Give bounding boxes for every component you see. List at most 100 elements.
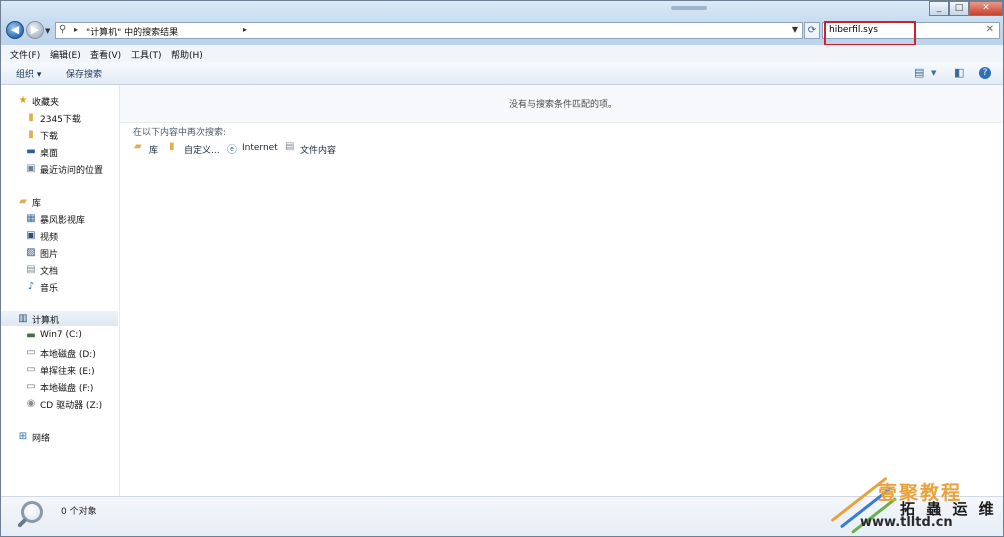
sidebar-item-2345-downloads[interactable]: ▮ 2345下载	[1, 110, 118, 125]
sidebar-item-label: Win7 (C:)	[40, 330, 82, 340]
library-icon: ▰	[19, 196, 27, 207]
sidebar-item-desktop[interactable]: ▬ 桌面	[1, 144, 118, 159]
title-gripper	[671, 6, 707, 10]
sidebar-item-label: 桌面	[40, 149, 59, 159]
video-icon: ▣	[26, 230, 36, 241]
star-icon: ★	[18, 95, 28, 106]
chevron-right-icon[interactable]: ▸	[74, 25, 78, 34]
navigation-pane: ★ 收藏夹 ▮ 2345下载 ▮ 下载 ▬ 桌面 ▣ 最近访问的位置 ▰ 库 ▦…	[1, 85, 120, 496]
address-bar[interactable]: ⚲ ▸ "计算机" 中的搜索结果 ▸ ▼	[55, 22, 803, 39]
preview-pane-icon[interactable]: ◧	[954, 66, 964, 79]
sidebar-item-label: 库	[32, 199, 42, 209]
sidebar-item-drive-e[interactable]: ▭ 单挥往来 (E:)	[1, 362, 118, 377]
recent-pages-dropdown-icon[interactable]: ▼	[45, 27, 50, 35]
item-count: 0 个对象	[61, 507, 97, 517]
sidebar-item-label: 本地磁盘 (F:)	[40, 384, 94, 394]
sidebar-item-drive-f[interactable]: ▭ 本地磁盘 (F:)	[1, 379, 118, 394]
option-label: 库	[149, 146, 159, 156]
menu-edit[interactable]: 编辑(E)	[50, 48, 81, 61]
sidebar-item-label: 暴风影视库	[40, 216, 86, 226]
sidebar-item-recent-places[interactable]: ▣ 最近访问的位置	[1, 161, 118, 176]
sidebar-item-documents[interactable]: ▤ 文档	[1, 262, 118, 277]
sidebar-item-network[interactable]: ⊞ 网络	[1, 429, 118, 444]
maximize-button[interactable]: □	[949, 1, 969, 16]
desktop-icon: ▬	[26, 146, 36, 157]
breadcrumb[interactable]: "计算机" 中的搜索结果	[86, 25, 178, 38]
content-pane: 没有与搜索条件匹配的项。 在以下内容中再次搜索: ▰ 库 ▮ 自定义... ⓔ …	[120, 85, 1003, 496]
sidebar-item-label: 最近访问的位置	[40, 166, 104, 176]
menu-file[interactable]: 文件(F)	[10, 48, 40, 61]
back-button[interactable]: ◀	[6, 21, 24, 39]
sidebar-item-label: 计算机	[32, 316, 60, 326]
cd-drive-icon: ◉	[26, 398, 36, 409]
menu-view[interactable]: 查看(V)	[90, 48, 121, 61]
menu-help[interactable]: 帮助(H)	[171, 48, 203, 61]
document-icon: ▤	[26, 264, 36, 275]
menu-tools[interactable]: 工具(T)	[131, 48, 162, 61]
option-label: 自定义...	[184, 146, 220, 156]
option-label: Internet	[242, 143, 278, 153]
explorer-window: _ □ ✕ ◀ ▶ ▼ ⚲ ▸ "计算机" 中的搜索结果 ▸ ▼ ⟳ hiber…	[0, 0, 1004, 537]
close-button[interactable]: ✕	[969, 1, 1003, 16]
sidebar-item-label: 文档	[40, 267, 59, 277]
menu-bar: 文件(F) 编辑(E) 查看(V) 工具(T) 帮助(H)	[1, 45, 1003, 63]
sidebar-item-label: 2345下载	[40, 115, 81, 125]
sidebar-item-videos[interactable]: ▣ 视频	[1, 228, 118, 243]
clear-search-icon[interactable]: ✕	[986, 24, 994, 35]
sidebar-item-label: 图片	[40, 250, 59, 260]
pictures-icon: ▨	[26, 247, 36, 258]
annotation-highlight-box	[824, 21, 916, 46]
sidebar-item-downloads[interactable]: ▮ 下载	[1, 127, 118, 142]
no-results-banner: 没有与搜索条件匹配的项。	[120, 85, 1003, 123]
sidebar-item-favorites[interactable]: ★ 收藏夹	[1, 93, 118, 108]
refresh-button[interactable]: ⟳	[804, 22, 820, 39]
search-folder-icon: ⚲	[59, 24, 67, 35]
music-icon: ♪	[27, 281, 35, 292]
file-contents-icon: ▤	[285, 141, 295, 152]
organize-button[interactable]: 组织 ▾	[16, 67, 41, 80]
watermark-url: www.tlltd.cn	[860, 515, 953, 530]
watermark-logo: 壹聚教程 拓 蟲 运 维 www.tlltd.cn	[820, 462, 1004, 537]
sidebar-item-label: 本地磁盘 (D:)	[40, 350, 96, 360]
internet-explorer-icon: ⓔ	[227, 145, 237, 156]
library-icon: ▰	[134, 141, 142, 152]
sidebar-item-label: 下载	[40, 132, 59, 142]
option-label: 文件内容	[300, 146, 337, 156]
sidebar-item-computer[interactable]: ▥ 计算机	[1, 311, 118, 326]
save-search-button[interactable]: 保存搜索	[66, 67, 102, 80]
network-icon: ⊞	[18, 431, 28, 442]
address-dropdown-icon[interactable]: ▼	[792, 25, 798, 34]
sidebar-item-label: 视频	[40, 233, 59, 243]
help-icon[interactable]: ?	[979, 67, 991, 79]
system-drive-icon: ▬	[26, 330, 36, 341]
command-toolbar: 组织 ▾ 保存搜索 ▤ ▼ ◧ ?	[1, 62, 1003, 85]
folder-icon: ▮	[28, 112, 34, 123]
view-options-icon[interactable]: ▤	[914, 66, 924, 79]
chevron-right-icon[interactable]: ▸	[243, 25, 247, 34]
sidebar-item-label: 音乐	[40, 284, 59, 294]
computer-icon: ▥	[18, 313, 28, 324]
magnifier-handle	[17, 518, 27, 528]
sidebar-item-label: 收藏夹	[32, 98, 60, 108]
sidebar-item-label: 单挥往来 (E:)	[40, 367, 95, 377]
download-folder-icon: ▮	[28, 129, 34, 140]
drive-icon: ▭	[26, 364, 36, 375]
sidebar-item-storm-video-library[interactable]: ▦ 暴风影视库	[1, 211, 118, 226]
search-again-label: 在以下内容中再次搜索:	[133, 128, 227, 138]
no-results-message: 没有与搜索条件匹配的项。	[509, 100, 618, 110]
custom-folder-icon: ▮	[169, 141, 175, 152]
drive-icon: ▭	[26, 347, 36, 358]
sidebar-item-libraries[interactable]: ▰ 库	[1, 194, 118, 209]
minimize-button[interactable]: _	[929, 1, 949, 16]
drive-icon: ▭	[26, 381, 36, 392]
sidebar-item-drive-d[interactable]: ▭ 本地磁盘 (D:)	[1, 345, 118, 360]
sidebar-item-label: CD 驱动器 (Z:)	[40, 401, 103, 411]
forward-button[interactable]: ▶	[26, 21, 44, 39]
sidebar-item-music[interactable]: ♪ 音乐	[1, 279, 118, 294]
sidebar-item-pictures[interactable]: ▨ 图片	[1, 245, 118, 260]
video-library-icon: ▦	[26, 213, 36, 224]
sidebar-item-drive-z[interactable]: ◉ CD 驱动器 (Z:)	[1, 396, 118, 411]
sidebar-item-drive-c[interactable]: ▬ Win7 (C:)	[1, 328, 118, 343]
view-dropdown-icon[interactable]: ▼	[931, 69, 936, 77]
sidebar-item-label: 网络	[32, 434, 51, 444]
